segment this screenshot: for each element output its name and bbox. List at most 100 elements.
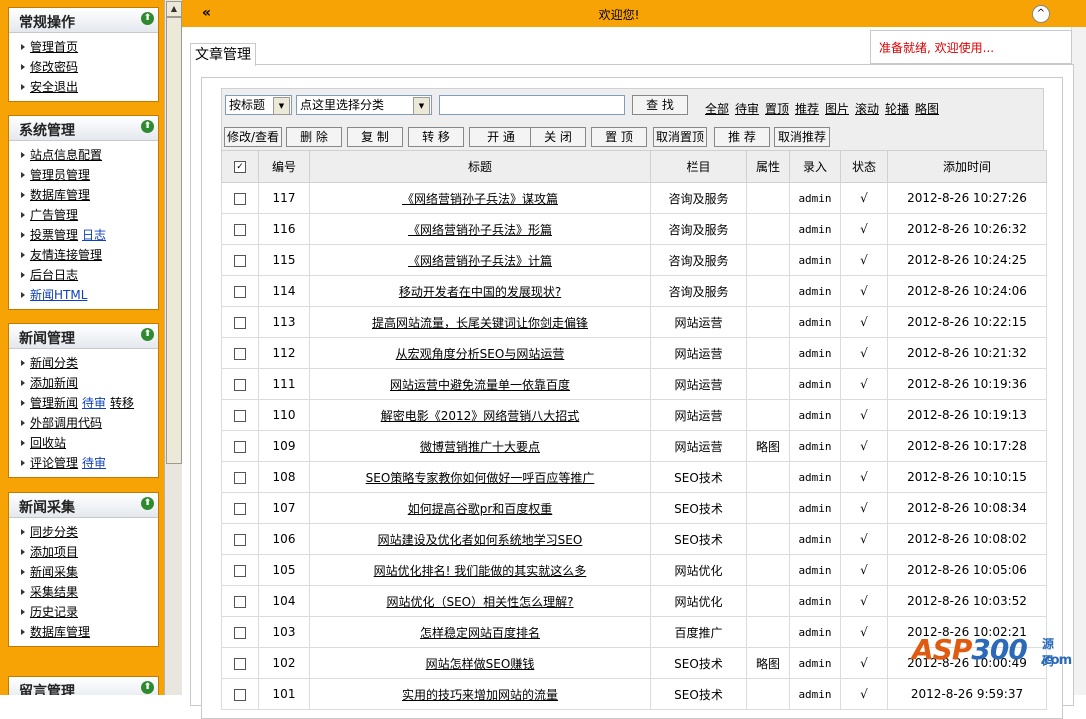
table-row[interactable]: 105 网站优化排名! 我们能做的其实就这么多 网站优化 admin √ 2012-8-2… — [221, 554, 1047, 586]
row-checkbox[interactable] — [234, 285, 246, 298]
sidebar-link[interactable]: 日志 — [82, 228, 106, 242]
row-checkbox[interactable] — [234, 502, 246, 515]
cell-title[interactable]: SEO策略专家教你如何做好一呼百应等推广 — [309, 461, 651, 493]
article-title-link[interactable]: 《网络营销孙子兵法》计篇 — [408, 254, 552, 268]
table-row[interactable]: 114 移动开发者在中国的发展现状? 咨询及服务 admin √ 2012-8-26 10… — [221, 275, 1047, 307]
sidebar-panel-header[interactable]: 新闻管理 ⬆ — [9, 324, 158, 349]
row-checkbox[interactable] — [234, 657, 246, 670]
action-button[interactable]: 复 制 — [347, 127, 403, 147]
sidebar-link[interactable]: 待审 — [82, 456, 106, 470]
row-checkbox[interactable] — [234, 254, 246, 267]
cell-title[interactable]: 《网络营销孙子兵法》计篇 — [309, 244, 651, 276]
cell-title[interactable]: 怎样稳定网站百度排名 — [309, 616, 651, 648]
row-checkbox-cell[interactable] — [221, 399, 259, 431]
table-row[interactable]: 107 如何提高谷歌pr和百度权重 SEO技术 admin √ 2012-8-26 10:… — [221, 492, 1047, 524]
row-checkbox-cell[interactable] — [221, 368, 259, 400]
sidebar-link[interactable]: 管理新闻 — [30, 396, 78, 410]
cell-title[interactable]: 提高网站流量，长尾关键词让你剑走偏锋 — [309, 306, 651, 338]
article-title-link[interactable]: SEO策略专家教你如何做好一呼百应等推广 — [366, 471, 595, 485]
sidebar-link[interactable]: 同步分类 — [30, 525, 78, 539]
row-checkbox-cell[interactable] — [221, 430, 259, 462]
collapse-toggle-icon[interactable]: ⬆ — [141, 12, 154, 25]
article-title-link[interactable]: 网站优化排名! 我们能做的其实就这么多 — [374, 564, 587, 578]
cell-title[interactable]: 如何提高谷歌pr和百度权重 — [309, 492, 651, 524]
sidebar-link[interactable]: 采集结果 — [30, 585, 78, 599]
column-header[interactable]: ✓ — [221, 150, 259, 183]
row-checkbox[interactable] — [234, 595, 246, 608]
cell-title[interactable]: 网站建设及优化者如何系统地学习SEO — [309, 523, 651, 555]
filter-link[interactable]: 轮播 — [885, 100, 909, 117]
action-button[interactable]: 删 除 — [286, 127, 342, 147]
keyword-input[interactable] — [439, 95, 625, 115]
article-title-link[interactable]: 怎样稳定网站百度排名 — [420, 626, 540, 640]
sidebar-link[interactable]: 后台日志 — [30, 268, 78, 282]
filter-link[interactable]: 略图 — [915, 100, 939, 117]
sidebar-panel-header[interactable]: 常规操作 ⬆ — [9, 8, 158, 33]
row-checkbox-cell[interactable] — [221, 647, 259, 679]
cell-title[interactable]: 实用的技巧来增加网站的流量 — [309, 678, 651, 710]
table-row[interactable]: 111 网站运营中避免流量单一依靠百度 网站运营 admin √ 2012-8-26 10… — [221, 368, 1047, 400]
table-row[interactable]: 117 《网络营销孙子兵法》谋攻篇 咨询及服务 admin √ 2012-8-26 10:… — [221, 182, 1047, 214]
sidebar-link[interactable]: 修改密码 — [30, 60, 78, 74]
filter-link[interactable]: 待审 — [735, 100, 759, 117]
sidebar-link[interactable]: 管理员管理 — [30, 168, 90, 182]
article-title-link[interactable]: 移动开发者在中国的发展现状? — [399, 285, 561, 299]
row-checkbox[interactable] — [234, 471, 246, 484]
cell-title[interactable]: 《网络营销孙子兵法》形篇 — [309, 213, 651, 245]
row-checkbox-cell[interactable] — [221, 337, 259, 369]
collapse-toggle-icon[interactable]: ⬆ — [141, 328, 154, 341]
article-title-link[interactable]: 《网络营销孙子兵法》形篇 — [408, 223, 552, 237]
collapse-toggle-icon[interactable]: ⬆ — [141, 120, 154, 133]
cell-title[interactable]: 网站优化排名! 我们能做的其实就这么多 — [309, 554, 651, 586]
row-checkbox[interactable] — [234, 409, 246, 422]
action-button[interactable]: 开 通 — [469, 127, 533, 147]
sidebar-link[interactable]: 管理首页 — [30, 40, 78, 54]
sidebar-link[interactable]: 新闻分类 — [30, 356, 78, 370]
sidebar-link[interactable]: 安全退出 — [30, 80, 78, 94]
sidebar-link[interactable]: 添加新闻 — [30, 376, 78, 390]
sidebar-link[interactable]: 数据库管理 — [30, 188, 90, 202]
table-row[interactable]: 109 微博营销推广十大要点 网站运营 略图 admin √ 2012-8-26 10:17… — [221, 430, 1047, 462]
table-row[interactable]: 104 网站优化（SEO）相关性怎么理解? 网站优化 admin √ 2012-8-26 … — [221, 585, 1047, 617]
sidebar-link[interactable]: 历史记录 — [30, 605, 78, 619]
action-button[interactable]: 修改/查看 — [224, 127, 282, 147]
sidebar-link[interactable]: 转移 — [110, 396, 134, 410]
sidebar-panel-header[interactable]: 留言管理 ⬆ — [9, 677, 158, 695]
table-row[interactable]: 101 实用的技巧来增加网站的流量 SEO技术 admin √ 2012-8-26 9:5… — [221, 678, 1047, 710]
search-button[interactable]: 查 找 — [632, 95, 688, 115]
row-checkbox[interactable] — [234, 564, 246, 577]
sidebar-link[interactable]: 评论管理 — [30, 456, 78, 470]
sidebar-panel-header[interactable]: 新闻采集 ⬆ — [9, 493, 158, 518]
row-checkbox-cell[interactable] — [221, 306, 259, 338]
collapse-toggle-icon[interactable]: ⬆ — [141, 497, 154, 510]
row-checkbox-cell[interactable] — [221, 678, 259, 710]
sidebar-scrollbar[interactable]: ▲ — [164, 0, 182, 695]
article-title-link[interactable]: 微博营销推广十大要点 — [420, 440, 540, 454]
article-title-link[interactable]: 网站运营中避免流量单一依靠百度 — [390, 378, 570, 392]
scroll-top-icon[interactable]: ^ — [1032, 5, 1050, 23]
row-checkbox[interactable] — [234, 347, 246, 360]
table-row[interactable]: 115 《网络营销孙子兵法》计篇 咨询及服务 admin √ 2012-8-26 10:2… — [221, 244, 1047, 276]
table-row[interactable]: 106 网站建设及优化者如何系统地学习SEO SEO技术 admin √ 2012-8-2… — [221, 523, 1047, 555]
sidebar-link[interactable]: 回收站 — [30, 436, 66, 450]
filter-link[interactable]: 全部 — [705, 100, 729, 117]
article-title-link[interactable]: 如何提高谷歌pr和百度权重 — [408, 502, 553, 516]
article-title-link[interactable]: 网站优化（SEO）相关性怎么理解? — [386, 595, 573, 609]
cell-title[interactable]: 《网络营销孙子兵法》谋攻篇 — [309, 182, 651, 214]
search-field-select[interactable]: 按标题 ▼ — [225, 95, 292, 115]
action-button[interactable]: 转 移 — [408, 127, 464, 147]
filter-link[interactable]: 推荐 — [795, 100, 819, 117]
row-checkbox-cell[interactable] — [221, 585, 259, 617]
action-button[interactable]: 置 顶 — [591, 127, 647, 147]
scroll-up-arrow-icon[interactable]: ▲ — [166, 1, 182, 17]
table-row[interactable]: 113 提高网站流量，长尾关键词让你剑走偏锋 网站运营 admin √ 2012-8-26… — [221, 306, 1047, 338]
row-checkbox[interactable] — [234, 378, 246, 391]
article-title-link[interactable]: 网站建设及优化者如何系统地学习SEO — [378, 533, 583, 547]
row-checkbox[interactable] — [234, 223, 246, 236]
row-checkbox[interactable] — [234, 192, 246, 205]
sidebar-link[interactable]: 站点信息配置 — [30, 148, 102, 162]
cell-title[interactable]: 移动开发者在中国的发展现状? — [309, 275, 651, 307]
row-checkbox[interactable] — [234, 316, 246, 329]
cell-title[interactable]: 微博营销推广十大要点 — [309, 430, 651, 462]
sidebar-link[interactable]: 广告管理 — [30, 208, 78, 222]
